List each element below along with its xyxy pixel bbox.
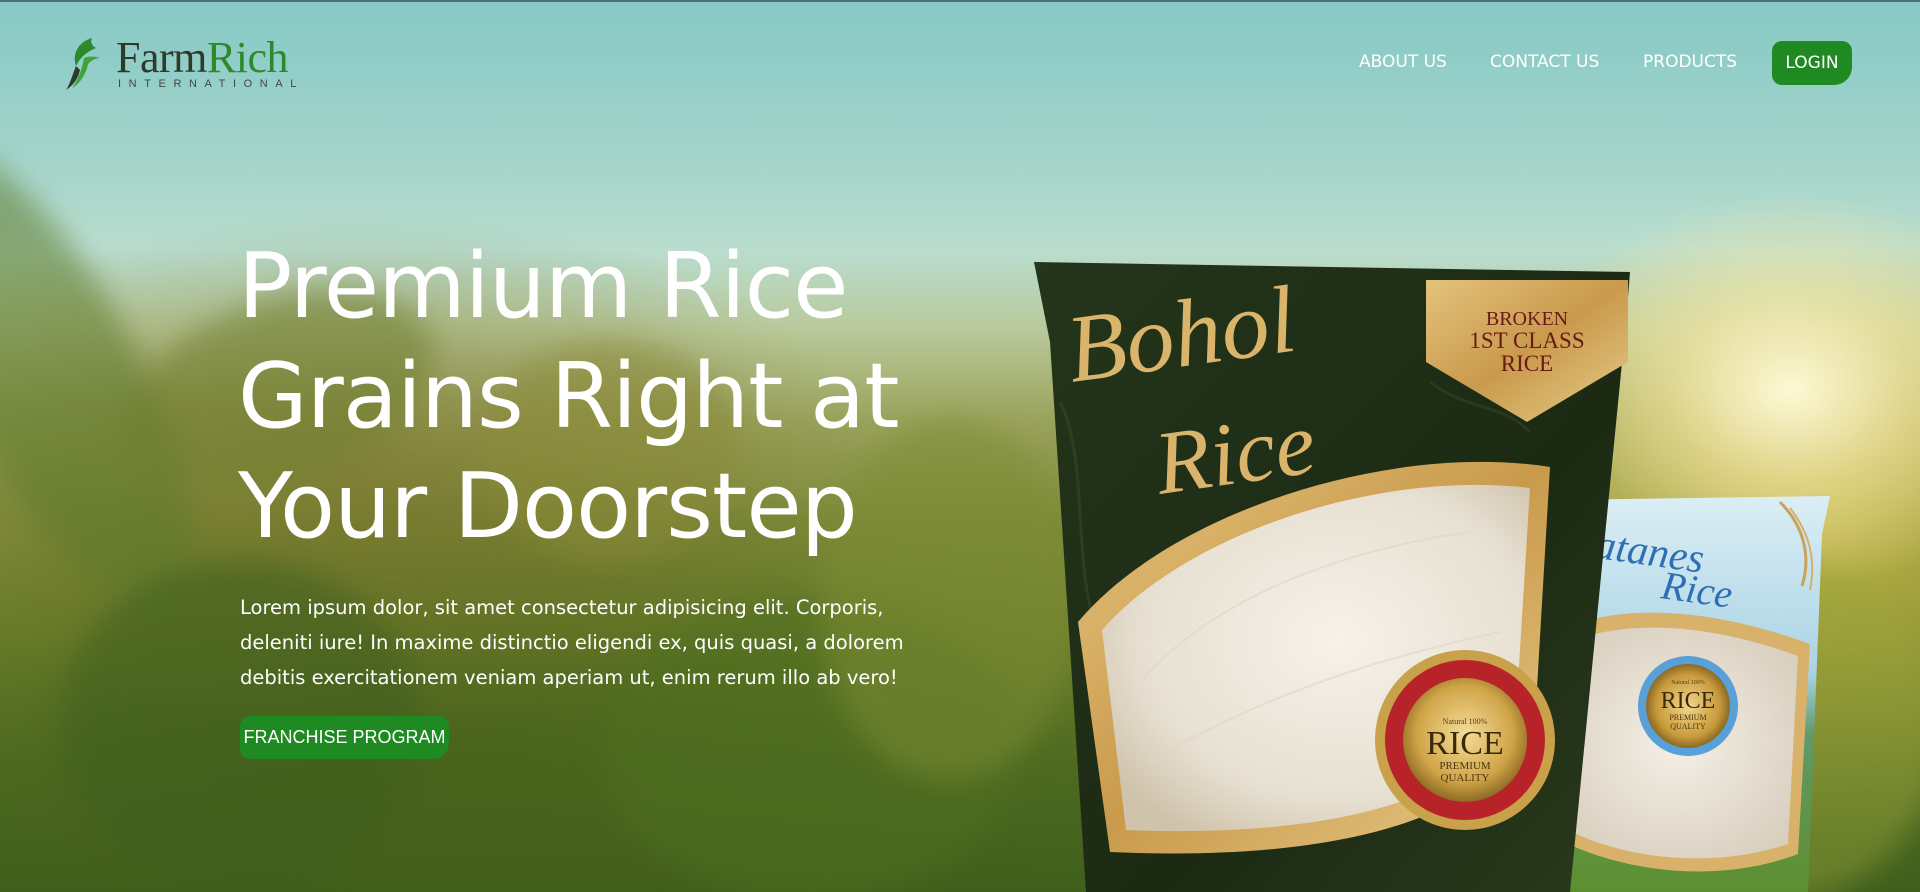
bohol-tag-line2: 1ST CLASS: [1469, 328, 1584, 353]
bohol-tag-line1: BROKEN: [1486, 308, 1568, 330]
batanes-seal-sub1: PREMIUM: [1669, 713, 1706, 722]
bohol-tag-line3: RICE: [1501, 351, 1553, 376]
bohol-seal-sub1: PREMIUM: [1439, 760, 1491, 772]
headline-line: Premium Rice: [238, 234, 848, 339]
headline-line: Grains Right at: [238, 344, 899, 449]
login-button[interactable]: LOGIN: [1772, 41, 1852, 85]
nav-contact-us[interactable]: CONTACT US: [1490, 50, 1599, 74]
logo-subtitle: INTERNATIONAL: [118, 78, 304, 90]
bohol-seal-sub2: QUALITY: [1441, 772, 1490, 784]
top-border: [0, 0, 1920, 2]
headline-line: Your Doorstep: [238, 454, 858, 559]
bohol-seal-main: RICE: [1426, 725, 1503, 762]
batanes-seal-top: Natural 100%: [1671, 680, 1705, 686]
batanes-seal-main: RICE: [1661, 688, 1716, 714]
logo[interactable]: FarmRich INTERNATIONAL: [62, 34, 312, 94]
logo-name-rich: Rich: [206, 33, 289, 82]
hero-headline: Premium Rice Grains Right at Your Doorst…: [238, 232, 998, 562]
nav-products[interactable]: PRODUCTS: [1643, 50, 1737, 74]
franchise-program-button[interactable]: FRANCHISE PROGRAM: [240, 716, 449, 759]
logo-name-farm: Farm: [116, 33, 207, 82]
logo-wordmark: FarmRich: [116, 33, 289, 82]
logo-leaf-icon: [66, 38, 100, 90]
nav-about-us[interactable]: ABOUT US: [1359, 50, 1447, 74]
bohol-rice-bag: BROKEN 1ST CLASS RICE Bohol Rice Natural…: [1034, 262, 1630, 892]
hero-description: Lorem ipsum dolor, sit amet consectetur …: [240, 596, 904, 689]
batanes-seal-sub2: QUALITY: [1670, 722, 1706, 731]
